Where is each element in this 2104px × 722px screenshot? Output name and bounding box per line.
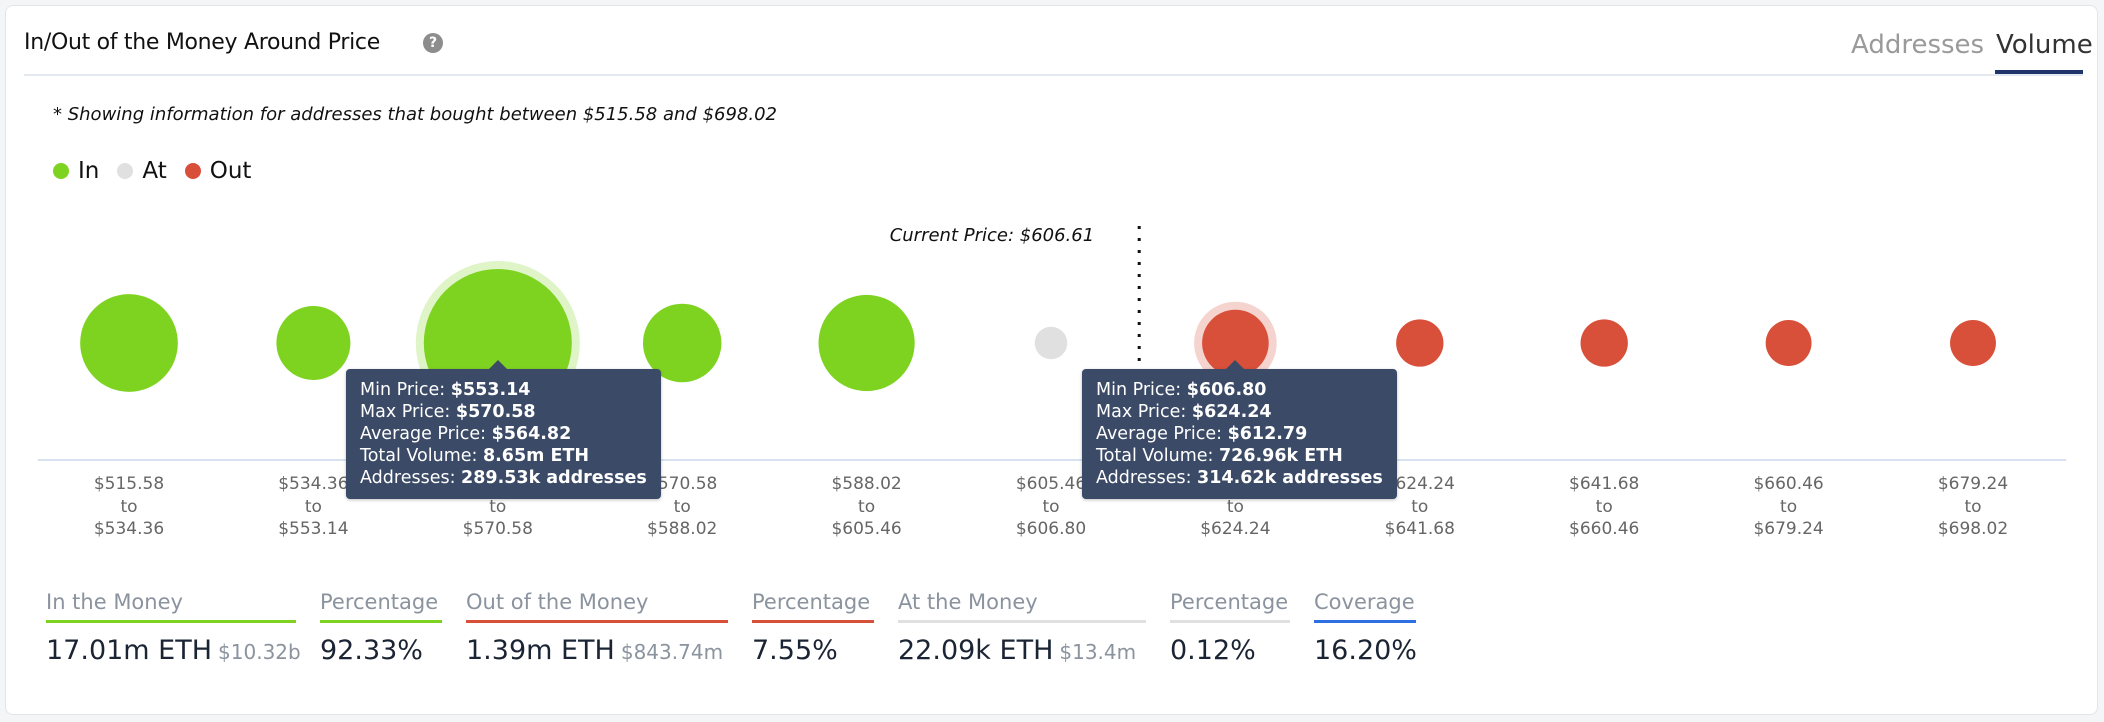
stat-value: 0.12% [1170, 635, 1290, 666]
tooltip-row-value: $553.14 [450, 380, 531, 400]
tooltip-row: Addresses: 289.53k addresses [360, 467, 647, 489]
stat-label: Percentage [752, 590, 874, 623]
tooltip-row-label: Max Price: [1096, 402, 1192, 422]
stat-coverage: Coverage 16.20% [1314, 590, 1417, 666]
bubble-in[interactable] [80, 294, 178, 392]
tooltip-row: Min Price: $553.14 [360, 379, 647, 401]
tooltip-row-value: $564.82 [491, 424, 572, 444]
stat-value: 22.09k ETH $13.4m [898, 635, 1146, 666]
tooltip-row-value: 314.62k addresses [1197, 468, 1383, 488]
tooltip-row: Average Price: $612.79 [1096, 423, 1383, 445]
stat-percentage: Percentage 92.33% [320, 590, 442, 666]
bin-label: $641.68 to $660.46 [1569, 474, 1639, 539]
stat-value: 1.39m ETH $843.74m [466, 635, 728, 666]
tooltip-row-value: $624.24 [1191, 402, 1272, 422]
bin-label: $588.02 to $605.46 [831, 474, 901, 539]
bubble-tooltip: Min Price: $606.80 Max Price: $624.24 Aver… [1082, 360, 1397, 499]
bubble-out[interactable] [1580, 319, 1628, 367]
bubble-out[interactable] [1396, 319, 1444, 367]
tooltip-row: Max Price: $570.58 [360, 401, 647, 423]
tooltip-row-value: $570.58 [455, 402, 536, 422]
tooltip-row-value: $606.80 [1186, 380, 1267, 400]
tooltip-row-label: Average Price: [1096, 424, 1228, 444]
tooltip-row-label: Addresses: [360, 468, 462, 488]
tooltip-row-label: Max Price: [360, 402, 456, 422]
stat-in-the-money: In the Money 17.01m ETH $10.32b [46, 590, 301, 666]
bubble-out[interactable] [1765, 320, 1812, 366]
bubble-in[interactable] [818, 294, 915, 392]
stat-value-usd: $13.4m [1059, 640, 1137, 664]
stat-value: 7.55% [752, 635, 874, 666]
stat-value-main: 0.12% [1170, 635, 1256, 666]
stat-value-main: 1.39m ETH [466, 635, 615, 666]
stat-value-usd: $843.74m [620, 640, 724, 664]
stat-label: Percentage [320, 590, 442, 623]
stat-label: In the Money [46, 590, 296, 623]
stat-value-main: 16.20% [1314, 635, 1417, 666]
tooltip-row-value: 8.65m ETH [482, 446, 590, 466]
tooltip-row: Total Volume: 8.65m ETH [360, 445, 647, 467]
tooltip-row-value: 289.53k addresses [461, 468, 647, 488]
bubble-out[interactable] [1950, 320, 1996, 366]
bin-label: $534.36 to $553.14 [278, 474, 348, 539]
bubble-tooltip: Min Price: $553.14 Max Price: $570.58 Aver… [346, 360, 661, 499]
stat-value: 92.33% [320, 635, 442, 666]
tooltip-row-label: Total Volume: [1096, 446, 1219, 466]
tooltip-row: Average Price: $564.82 [360, 423, 647, 445]
stat-at-the-money: At the Money 22.09k ETH $13.4m [898, 590, 1146, 666]
stat-value-main: 17.01m ETH [46, 635, 213, 666]
tooltip-row-label: Min Price: [360, 380, 451, 400]
tooltip-row: Max Price: $624.24 [1096, 401, 1383, 423]
stat-label: Coverage [1314, 590, 1416, 623]
stat-percentage: Percentage 0.12% [1170, 590, 1290, 666]
bubble-at[interactable] [1034, 326, 1068, 360]
tooltip-row-value: 726.96k ETH [1218, 446, 1343, 466]
tooltip-row: Total Volume: 726.96k ETH [1096, 445, 1383, 467]
tooltip-row-label: Addresses: [1096, 468, 1198, 488]
stat-value-main: 92.33% [320, 635, 423, 666]
stat-value: 16.20% [1314, 635, 1417, 666]
bin-label: $660.46 to $679.24 [1753, 474, 1823, 539]
current-price-label: Current Price: $606.61 [890, 225, 1095, 246]
bin-label: $605.46 to $606.80 [1016, 474, 1086, 539]
stat-percentage: Percentage 7.55% [752, 590, 874, 666]
tooltip-row: Addresses: 314.62k addresses [1096, 467, 1383, 489]
bin-label: $515.58 to $534.36 [94, 474, 164, 539]
tooltip-row-label: Min Price: [1096, 380, 1187, 400]
stat-label: Out of the Money [466, 590, 728, 623]
stat-value: 17.01m ETH $10.32b [46, 635, 301, 666]
stat-value-main: 22.09k ETH [898, 635, 1054, 666]
stat-out-of-the-money: Out of the Money 1.39m ETH $843.74m [466, 590, 728, 666]
stat-label: At the Money [898, 590, 1146, 623]
stat-label: Percentage [1170, 590, 1290, 623]
tooltip-row-value: $612.79 [1227, 424, 1308, 444]
stat-value-usd: $10.32b [218, 640, 301, 664]
bubble-in[interactable] [276, 306, 351, 380]
tooltip-row: Min Price: $606.80 [1096, 379, 1383, 401]
bin-label: $679.24 to $698.02 [1938, 474, 2008, 539]
stat-value-main: 7.55% [752, 635, 838, 666]
tooltip-row-label: Total Volume: [360, 446, 483, 466]
tooltip-row-label: Average Price: [360, 424, 492, 444]
